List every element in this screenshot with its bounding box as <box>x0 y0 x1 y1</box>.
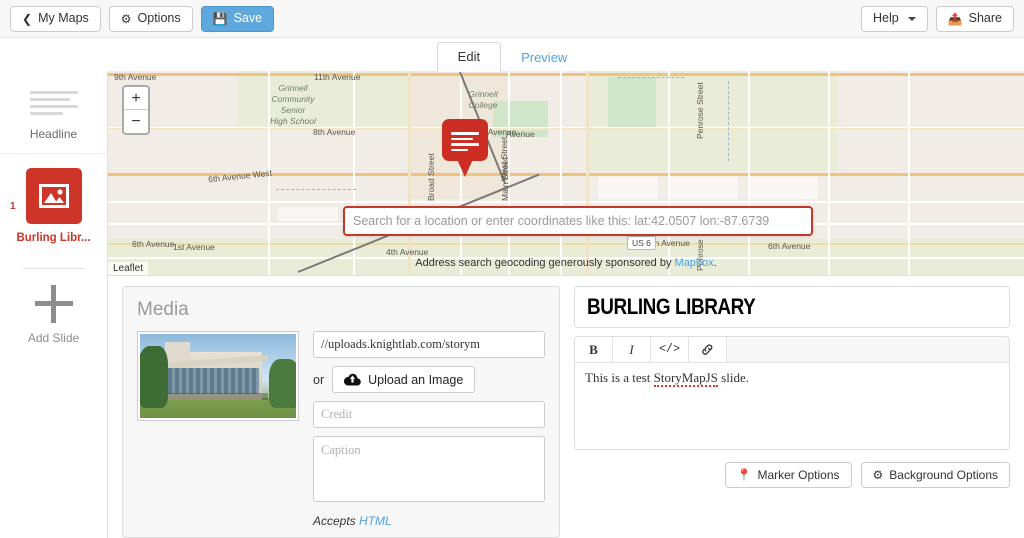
save-label: Save <box>233 11 263 26</box>
image-icon <box>38 184 69 208</box>
media-panel-title: Media <box>137 299 189 320</box>
accepts-html-note: Accepts HTML <box>313 514 545 528</box>
media-credit-input[interactable] <box>313 401 545 428</box>
gear-icon: ⚙ <box>120 11 132 26</box>
background-options-label: Background Options <box>889 468 998 482</box>
marker-head <box>442 119 488 161</box>
help-label: Help <box>872 11 899 26</box>
map-search-wrapper <box>343 206 813 236</box>
rte-body[interactable]: This is a test StoryMapJS slide. <box>575 363 1009 449</box>
options-button[interactable]: ⚙ Options <box>108 5 193 32</box>
text-panel: BURLING LIBRARY B I </> This is a test S… <box>574 286 1010 538</box>
italic-button[interactable]: I <box>613 337 651 362</box>
my-maps-button[interactable]: ❮ My Maps <box>10 5 101 32</box>
marker-lines-icon <box>451 129 479 154</box>
zoom-out-button[interactable]: − <box>124 110 148 133</box>
media-caption-input[interactable] <box>313 436 545 502</box>
sidebar-item-slide-1[interactable]: 1 Burling Libr... <box>0 154 107 254</box>
options-label: Options <box>137 11 181 26</box>
slide-title-text: BURLING LIBRARY <box>587 294 756 319</box>
location-search-input[interactable] <box>343 206 813 236</box>
chevron-down-icon <box>907 16 916 21</box>
options-row: 📍 Marker Options ⚙ Background Options <box>574 462 1010 488</box>
gear-icon: ⚙ <box>872 468 884 482</box>
map-marker[interactable] <box>442 119 488 177</box>
geocoding-credit: Address search geocoding generously spon… <box>108 257 1024 269</box>
sidebar-item-headline[interactable]: Headline <box>0 71 107 154</box>
map-zoom-controls[interactable]: + − <box>122 85 150 135</box>
library-photo <box>140 334 296 418</box>
toolbar-left-group: ❮ My Maps ⚙ Options 💾 Save <box>10 5 275 32</box>
share-icon: 📤 <box>947 11 963 26</box>
plus-icon <box>34 285 73 323</box>
save-button[interactable]: 💾 Save <box>200 5 275 32</box>
view-tabs: Edit Preview <box>0 38 1024 72</box>
map-tiles: 9th Avenue 11th Avenue 8th Avenue 8th Av… <box>108 71 1024 275</box>
help-button[interactable]: Help <box>860 5 928 32</box>
rich-text-editor: B I </> This is a test StoryMapJS slide. <box>574 336 1010 450</box>
zoom-in-button[interactable]: + <box>124 87 148 110</box>
slide-sidebar: Headline 1 Burling Libr... Add Slide <box>0 71 108 538</box>
geocoding-credit-text: Address search geocoding generously spon… <box>415 257 675 269</box>
tab-edit-label: Edit <box>457 49 481 64</box>
accepts-label: Accepts <box>313 514 360 528</box>
my-maps-label: My Maps <box>38 11 89 26</box>
floppy-disk-icon: 💾 <box>212 11 228 26</box>
bold-button[interactable]: B <box>575 337 613 362</box>
code-button[interactable]: </> <box>651 337 689 362</box>
or-label: or <box>313 372 325 387</box>
media-url-input[interactable] <box>313 331 545 358</box>
marker-options-label: Marker Options <box>757 468 840 482</box>
map-canvas[interactable]: 9th Avenue 11th Avenue 8th Avenue 8th Av… <box>108 71 1024 275</box>
slide-title-label: Burling Libr... <box>16 232 91 244</box>
media-row: or Upload an Image Acce <box>137 331 545 528</box>
chain-link-icon <box>702 344 713 355</box>
headline-label: Headline <box>29 127 78 141</box>
storymap-editor: ❮ My Maps ⚙ Options 💾 Save Help 📤 Share <box>0 0 1024 538</box>
cloud-upload-icon <box>344 373 361 386</box>
chevron-left-icon: ❮ <box>22 11 33 26</box>
add-slide-label: Add Slide <box>27 331 80 345</box>
add-slide-button[interactable]: Add Slide <box>0 269 107 345</box>
slide-title-field[interactable]: BURLING LIBRARY <box>574 286 1010 328</box>
rte-text-misspelled: StoryMapJS <box>653 370 718 387</box>
upload-image-button[interactable]: Upload an Image <box>332 366 476 393</box>
share-button[interactable]: 📤 Share <box>935 5 1014 32</box>
rte-text-prefix: This is a test <box>585 370 654 385</box>
upload-image-label: Upload an Image <box>368 372 464 387</box>
media-panel: Media //uploads.knightlab.com/storym or … <box>122 286 560 538</box>
upload-row: or Upload an Image <box>313 366 545 393</box>
slide-number: 1 <box>10 201 16 212</box>
marker-options-button[interactable]: 📍 Marker Options <box>724 462 852 488</box>
media-preview[interactable] <box>137 331 299 421</box>
tab-preview[interactable]: Preview <box>501 44 587 72</box>
map-pin-icon: 📍 <box>736 468 752 482</box>
tab-preview-label: Preview <box>521 50 568 65</box>
headline-lines-icon <box>29 91 78 115</box>
html-link[interactable]: HTML <box>359 514 392 528</box>
top-toolbar: ❮ My Maps ⚙ Options 💾 Save Help 📤 Share <box>0 0 1024 38</box>
link-button[interactable] <box>689 337 727 362</box>
background-options-button[interactable]: ⚙ Background Options <box>860 462 1010 488</box>
rte-text-suffix: slide. <box>717 370 749 385</box>
mapbox-link[interactable]: Mapbox <box>675 257 714 269</box>
share-label: Share <box>968 11 1002 26</box>
slide-editor: Media //uploads.knightlab.com/storym or … <box>108 276 1024 538</box>
rte-toolbar: B I </> <box>575 337 1009 363</box>
toolbar-right-group: Help 📤 Share <box>860 5 1014 32</box>
tab-edit[interactable]: Edit <box>436 42 502 72</box>
marker-tip <box>456 157 474 177</box>
media-fields: or Upload an Image Acce <box>313 331 545 528</box>
slide-thumbnail[interactable] <box>25 168 82 224</box>
geocoding-credit-period: . <box>713 257 717 269</box>
